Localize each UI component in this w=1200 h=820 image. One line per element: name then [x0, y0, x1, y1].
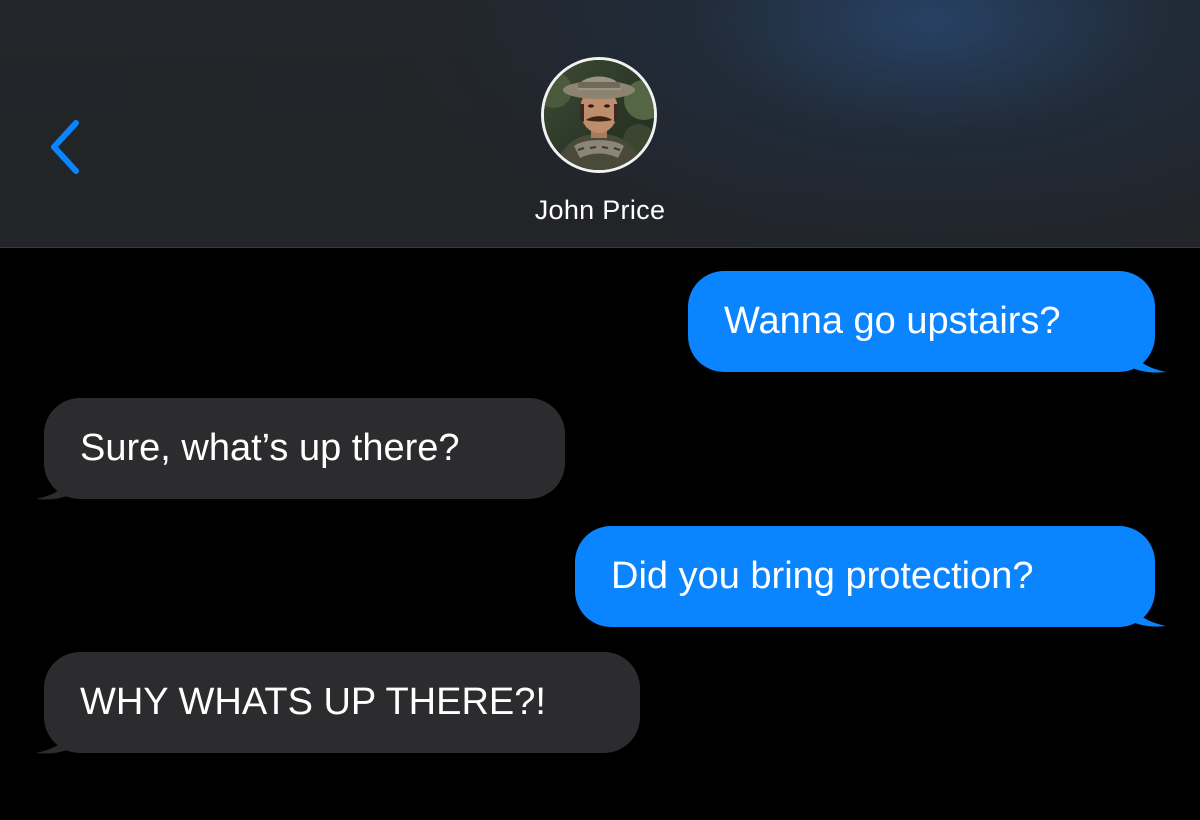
message-bubble-sent[interactable]: Did you bring protection?	[575, 526, 1155, 627]
contact-name[interactable]: John Price	[400, 195, 800, 226]
chevron-left-icon	[51, 120, 79, 174]
message-text: WHY WHATS UP THERE?!	[80, 681, 546, 723]
avatar-image	[544, 60, 654, 170]
message-text: Did you bring protection?	[611, 555, 1034, 597]
conversation-header: John Price	[0, 0, 1200, 248]
message-bubble-received[interactable]: WHY WHATS UP THERE?!	[44, 652, 640, 753]
message-bubble-received[interactable]: Sure, what’s up there?	[44, 398, 565, 499]
back-button[interactable]	[36, 112, 96, 182]
message-text: Wanna go upstairs?	[724, 300, 1061, 342]
conversation-screen: John Price Wanna go upstairs? Sure, what…	[0, 0, 1200, 820]
contact-avatar[interactable]	[541, 57, 657, 173]
message-text: Sure, what’s up there?	[80, 427, 460, 469]
message-bubble-sent[interactable]: Wanna go upstairs?	[688, 271, 1155, 372]
